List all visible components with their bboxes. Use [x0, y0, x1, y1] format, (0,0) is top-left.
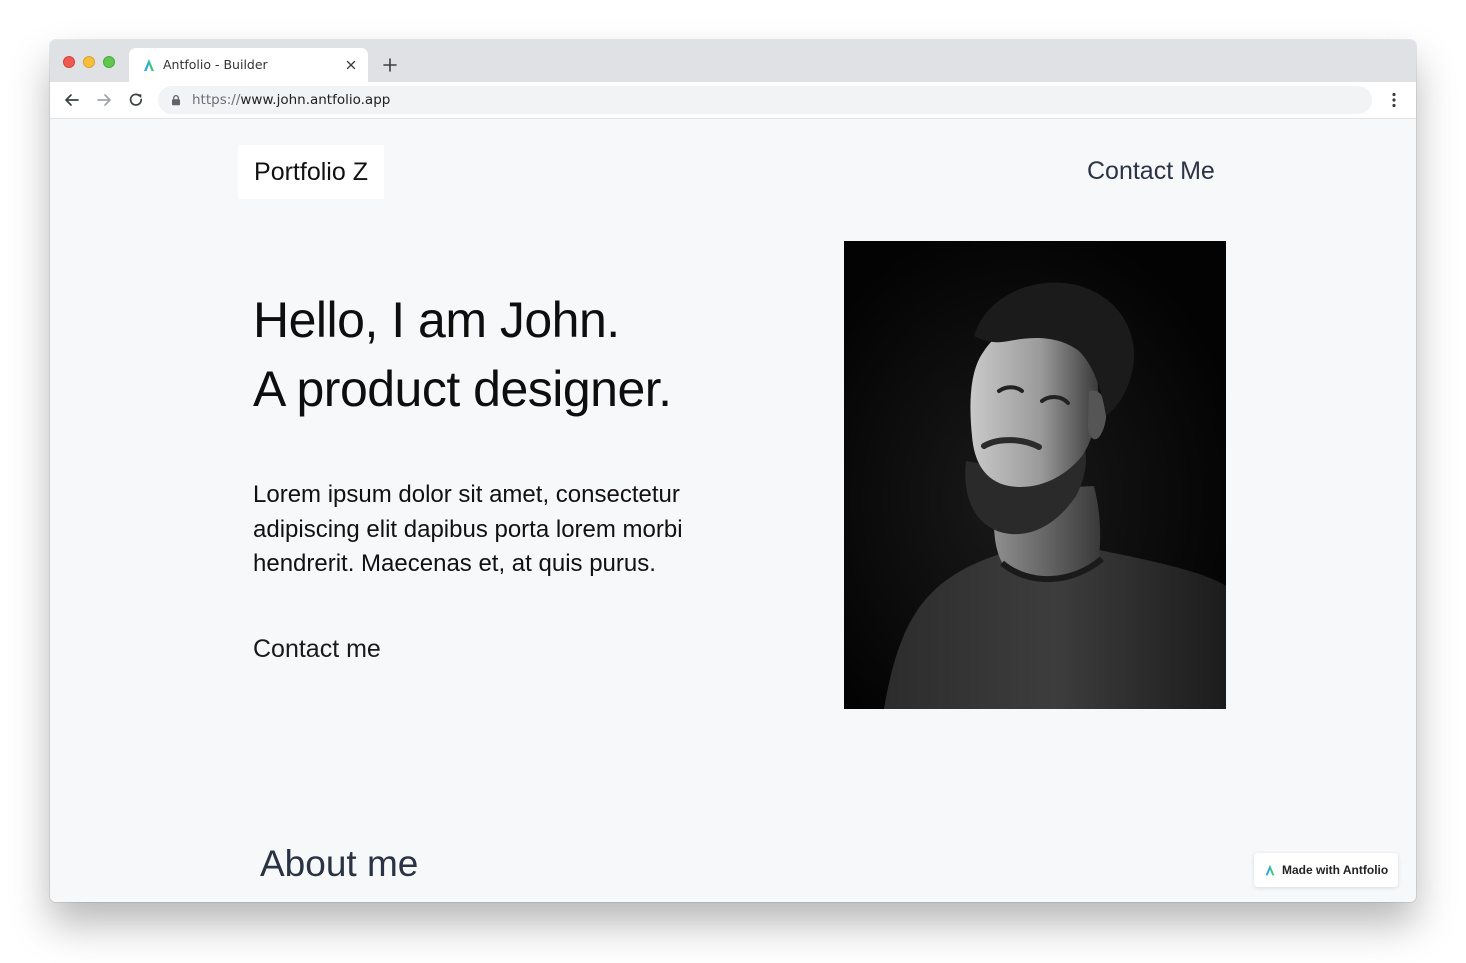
antfolio-logo-icon: [1265, 864, 1275, 876]
contact-me-link[interactable]: Contact me: [253, 635, 381, 664]
browser-window: Antfolio - Builder https://www.john.antf…: [50, 40, 1416, 902]
reload-icon[interactable]: [127, 91, 145, 109]
made-with-antfolio-badge[interactable]: Made with Antfolio: [1254, 853, 1398, 887]
browser-titlebar: Antfolio - Builder: [50, 40, 1416, 82]
address-bar[interactable]: https://www.john.antfolio.app: [158, 86, 1372, 114]
minimize-window-button[interactable]: [83, 56, 95, 68]
browser-tab[interactable]: Antfolio - Builder: [129, 48, 368, 82]
tab-title: Antfolio - Builder: [163, 57, 268, 72]
more-vertical-icon[interactable]: [1386, 91, 1402, 109]
arrow-left-icon[interactable]: [63, 91, 81, 109]
url-scheme: https://: [192, 92, 241, 108]
maximize-window-button[interactable]: [103, 56, 115, 68]
made-with-label: Made with Antfolio: [1282, 863, 1389, 877]
about-me-heading: About me: [260, 843, 419, 884]
hero-heading-line-1: Hello, I am John.: [253, 292, 620, 348]
url-host: www.john.antfolio.app: [240, 92, 391, 108]
browser-toolbar: https://www.john.antfolio.app: [50, 82, 1416, 119]
lock-icon: [172, 94, 180, 106]
intro-paragraph: Lorem ipsum dolor sit amet, consectetur …: [253, 481, 683, 577]
hero-heading-line-2: A product designer.: [253, 361, 672, 417]
arrow-right-icon[interactable]: [95, 91, 113, 109]
plus-icon[interactable]: [382, 57, 398, 73]
antfolio-logo-icon: [144, 59, 154, 71]
nav-contact-link[interactable]: Contact Me: [1087, 157, 1215, 186]
close-window-button[interactable]: [63, 56, 75, 68]
portrait-photo: [844, 241, 1226, 709]
url-text: https://www.john.antfolio.app: [192, 92, 390, 108]
site-logo[interactable]: Portfolio Z: [238, 145, 384, 199]
portrait-illustration: [844, 241, 1226, 709]
close-icon[interactable]: [344, 58, 358, 72]
portfolio-page: Portfolio Z Contact Me Hello, I am John.…: [50, 119, 1416, 902]
